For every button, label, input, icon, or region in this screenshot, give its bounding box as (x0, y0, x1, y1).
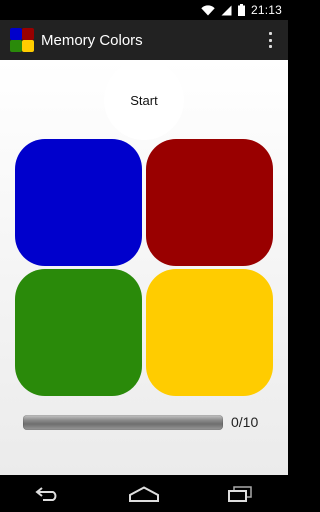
home-icon[interactable] (124, 479, 164, 509)
start-button-label: Start (130, 92, 158, 108)
overflow-menu-icon[interactable] (266, 30, 274, 50)
action-bar: Memory Colors (0, 20, 288, 60)
blue-tile[interactable] (15, 139, 142, 266)
start-button[interactable]: Start (104, 60, 184, 140)
recents-icon[interactable] (220, 479, 260, 509)
app-logo-icon (10, 28, 34, 52)
red-tile[interactable] (146, 139, 273, 266)
app-title: Memory Colors (41, 31, 143, 49)
battery-icon (237, 4, 245, 16)
game-board: Start 0/10 (0, 60, 288, 475)
navigation-bar (0, 475, 288, 512)
progress-bar (23, 415, 223, 430)
signal-icon (221, 5, 232, 16)
progress-counter: 0/10 (231, 414, 259, 430)
yellow-tile[interactable] (146, 269, 273, 396)
green-tile[interactable] (15, 269, 142, 396)
status-bar: 21:13 (0, 0, 288, 20)
back-icon[interactable] (28, 479, 68, 509)
status-time: 21:13 (250, 3, 282, 17)
wifi-icon (201, 4, 215, 16)
